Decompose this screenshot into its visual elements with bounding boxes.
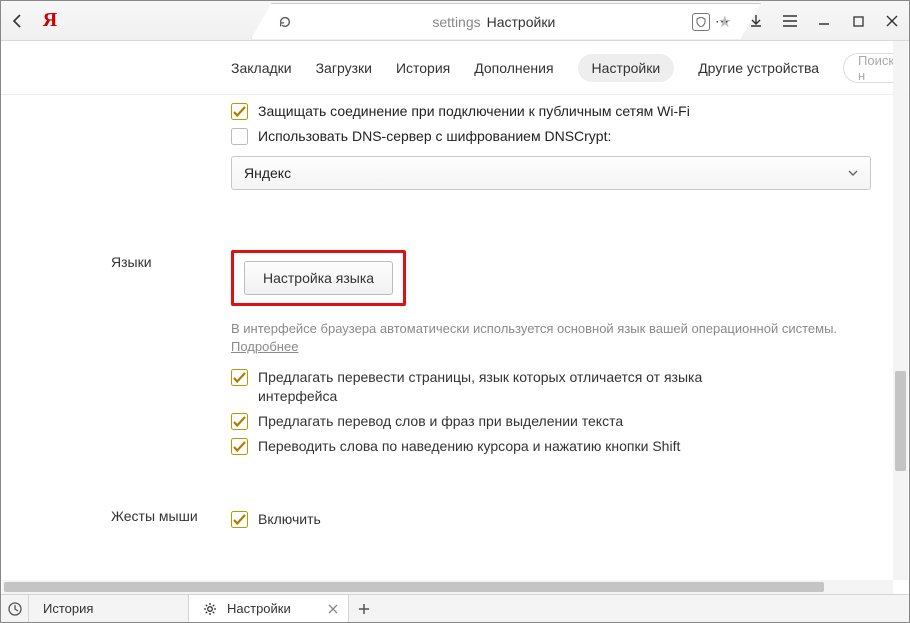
address-text: settings Настройки [304, 14, 684, 30]
titlebar: Я settings Настройки ★ ⋯ [1, 1, 909, 41]
clock-icon [8, 602, 22, 616]
download-icon [749, 14, 763, 28]
checkbox-offer-translate-pages[interactable]: Предлагать перевести страницы, язык кото… [231, 368, 873, 406]
learn-more-link[interactable]: Подробнее [231, 339, 298, 354]
minimize-icon [818, 15, 830, 27]
vertical-scrollbar[interactable] [893, 41, 908, 580]
horizontal-scrollbar[interactable] [2, 580, 893, 594]
window-minimize-button[interactable] [807, 1, 841, 41]
checkbox-label: Включить [258, 510, 321, 529]
language-note: В интерфейсе браузера автоматически испо… [231, 320, 871, 356]
window-maximize-button[interactable] [841, 1, 875, 41]
window-controls: ⋯ [705, 1, 909, 41]
checkbox-checked-icon [231, 511, 248, 528]
reload-button[interactable] [274, 15, 296, 29]
nav-settings[interactable]: Настройки [578, 54, 675, 82]
nav-addons[interactable]: Дополнения [474, 60, 553, 76]
nav-history[interactable]: История [396, 60, 450, 76]
close-icon [328, 604, 338, 614]
checkbox-label: Предлагать перевести страницы, язык кото… [258, 368, 778, 406]
address-title: Настройки [487, 14, 556, 30]
arrow-left-icon [10, 13, 26, 29]
bottom-tab-settings[interactable]: Настройки [189, 595, 349, 622]
checkbox-protect-wifi[interactable]: Защищать соединение при подключении к пу… [231, 102, 873, 121]
nav-downloads[interactable]: Загрузки [316, 60, 372, 76]
language-settings-button[interactable]: Настройка языка [244, 261, 393, 295]
bottom-tab-history[interactable]: История [29, 595, 189, 622]
reload-icon [278, 15, 292, 29]
downloads-button[interactable] [739, 1, 773, 41]
tab-label: История [43, 601, 93, 616]
yandex-logo[interactable]: Я [35, 9, 65, 32]
menu-button[interactable] [773, 1, 807, 41]
highlight-box: Настройка языка [231, 250, 406, 306]
checkbox-checked-icon [231, 438, 248, 455]
checkbox-dnscrypt[interactable]: Использовать DNS-сервер с шифрованием DN… [231, 127, 873, 146]
checkbox-unchecked-icon [231, 128, 248, 145]
checkbox-translate-hover-shift[interactable]: Переводить слова по наведению курсора и … [231, 437, 873, 456]
window-close-button[interactable] [875, 1, 909, 41]
nav-bookmarks[interactable]: Закладки [231, 60, 292, 76]
select-value: Яндекс [244, 165, 291, 181]
settings-content: Защищать соединение при подключении к пу… [1, 96, 893, 580]
checkbox-label: Переводить слова по наведению курсора и … [258, 437, 680, 456]
back-button[interactable] [1, 1, 35, 41]
address-path: settings [432, 14, 480, 30]
checkbox-label: Использовать DNS-сервер с шифрованием DN… [258, 127, 611, 146]
chevron-down-icon [848, 170, 858, 176]
bottom-tabbar: История Настройки [1, 594, 909, 622]
vertical-scroll-thumb[interactable] [895, 371, 906, 471]
checkbox-label: Предлагать перевод слов и фраз при выдел… [258, 412, 623, 431]
close-icon [886, 15, 898, 27]
tab-label: Настройки [227, 601, 291, 616]
history-panel-toggle[interactable] [1, 595, 29, 622]
menu-icon [783, 15, 797, 27]
tab-close-button[interactable] [328, 604, 338, 614]
new-tab-button[interactable] [349, 595, 379, 622]
checkbox-checked-icon [231, 103, 248, 120]
checkbox-label: Защищать соединение при подключении к пу… [258, 102, 690, 121]
dns-server-select[interactable]: Яндекс [231, 156, 871, 190]
plus-icon [358, 603, 370, 615]
nav-other-devices[interactable]: Другие устройства [698, 60, 819, 76]
section-label-mouse-gestures: Жесты мыши [111, 504, 231, 524]
checkbox-offer-translate-selection[interactable]: Предлагать перевод слов и фраз при выдел… [231, 412, 873, 431]
checkbox-enable-gestures[interactable]: Включить [231, 510, 873, 529]
horizontal-scroll-thumb[interactable] [4, 582, 824, 592]
more-button[interactable]: ⋯ [705, 1, 739, 41]
settings-nav: Закладки Загрузки История Дополнения Нас… [1, 41, 909, 95]
section-label-languages: Языки [111, 250, 231, 270]
maximize-icon [853, 16, 864, 27]
address-tab[interactable]: settings Настройки ★ [251, 3, 761, 39]
gear-icon [203, 602, 217, 616]
checkbox-checked-icon [231, 369, 248, 386]
checkbox-checked-icon [231, 413, 248, 430]
